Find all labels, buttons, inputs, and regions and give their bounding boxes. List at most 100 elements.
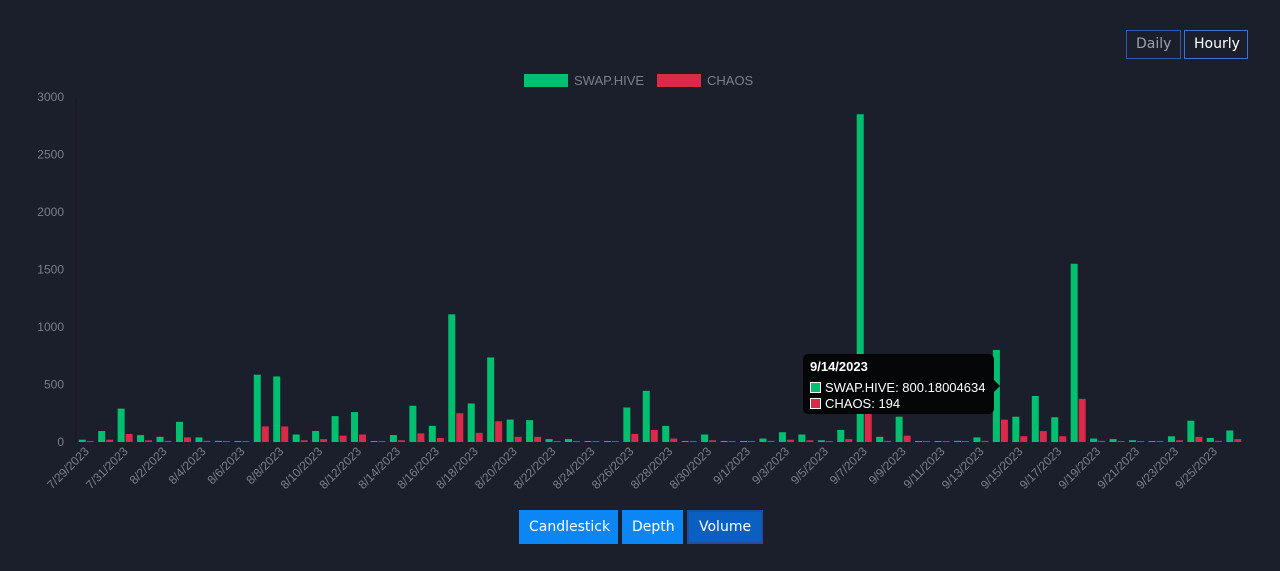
bar-swap-hive — [1226, 430, 1234, 442]
bar-chaos — [786, 439, 794, 442]
bar-chaos — [1078, 398, 1086, 442]
bar-swap-hive — [1129, 440, 1137, 442]
bar-swap-hive — [1012, 416, 1020, 442]
tab-volume[interactable]: Volume — [687, 510, 763, 544]
bar-swap-hive — [117, 408, 125, 442]
y-tick-label: 2000 — [37, 205, 64, 219]
tab-depth[interactable]: Depth — [622, 510, 683, 544]
bar-swap-hive — [467, 403, 475, 442]
x-tick-label: 9/5/2023 — [788, 444, 831, 487]
bar-swap-hive — [312, 431, 320, 442]
x-tick-label: 9/1/2023 — [710, 444, 753, 487]
bar-swap-hive — [798, 434, 806, 442]
bar-swap-hive — [409, 405, 417, 442]
tooltip-chaos-text: CHAOS: 194 — [825, 395, 901, 411]
bar-chaos — [475, 432, 483, 442]
x-tick-label: 7/31/2023 — [83, 444, 131, 492]
bar-swap-hive — [701, 434, 709, 442]
bar-swap-hive — [934, 441, 942, 442]
bar-chaos — [981, 440, 989, 442]
bar-chaos — [592, 441, 600, 442]
bar-swap-hive — [137, 435, 145, 442]
bar-swap-hive — [214, 440, 222, 442]
tooltip-row-swap: SWAP.HIVE: 800.18004634 — [810, 379, 987, 395]
bar-chaos — [845, 439, 853, 442]
tooltip-swap-text: SWAP.HIVE: 800.18004634 — [825, 379, 986, 395]
bar-chaos — [1214, 440, 1222, 442]
bar-chaos — [261, 426, 269, 442]
bar-swap-hive — [915, 441, 923, 442]
bar-swap-hive — [370, 441, 378, 442]
bar-swap-hive — [78, 439, 86, 442]
y-tick-label: 3000 — [37, 90, 64, 104]
legend-chaos-label: CHAOS — [707, 73, 754, 88]
bar-chaos — [670, 438, 678, 442]
x-tick-label: 8/2/2023 — [127, 444, 170, 487]
bar-swap-hive — [526, 420, 534, 442]
bar-swap-hive — [1206, 437, 1214, 442]
x-tick-label: 8/30/2023 — [667, 444, 715, 492]
bar-swap-hive — [759, 438, 767, 442]
bar-chaos — [495, 421, 503, 442]
bar-swap-hive — [623, 407, 631, 442]
bar-swap-hive — [545, 439, 553, 442]
bar-swap-hive — [273, 376, 281, 442]
bar-swap-hive — [1109, 439, 1117, 442]
bar-swap-hive — [1031, 396, 1039, 442]
bar-chaos — [806, 440, 814, 442]
tooltip-chaos-swatch — [810, 397, 821, 409]
bar-chaos — [1175, 440, 1183, 442]
bar-swap-hive — [1070, 263, 1078, 442]
y-tick-label: 0 — [57, 435, 64, 449]
tooltip-swap-swatch — [810, 381, 821, 393]
x-tick-label: 9/7/2023 — [827, 444, 870, 487]
bar-chaos — [572, 441, 580, 442]
bar-swap-hive — [1148, 441, 1156, 442]
bar-swap-hive — [506, 419, 514, 442]
bar-chaos — [514, 436, 522, 442]
legend-swap-hive-swatch — [524, 74, 568, 87]
bar-swap-hive — [603, 441, 611, 442]
bar-swap-hive — [876, 436, 884, 442]
bar-chaos — [728, 441, 736, 442]
bar-swap-hive — [448, 314, 456, 442]
bar-chaos — [553, 441, 561, 442]
bar-chaos — [456, 413, 464, 442]
bar-swap-hive — [1167, 436, 1175, 442]
bar-chaos — [534, 436, 542, 442]
bar-chaos — [1039, 431, 1047, 442]
x-tick-label: 9/25/2023 — [1172, 444, 1220, 492]
bar-chaos — [923, 441, 931, 442]
bar-swap-hive — [175, 421, 183, 442]
bar-chaos — [884, 440, 892, 442]
bar-chaos — [631, 433, 639, 442]
bar-chaos — [436, 437, 444, 442]
bar-chaos — [961, 441, 969, 442]
bar-swap-hive — [662, 425, 670, 442]
bar-chaos — [1195, 436, 1203, 442]
bar-swap-hive — [195, 437, 203, 442]
bar-chaos — [281, 426, 289, 442]
bar-swap-hive — [389, 435, 397, 442]
bar-swap-hive — [487, 357, 495, 442]
bar-swap-hive — [584, 441, 592, 442]
bar-chaos — [1156, 441, 1164, 442]
bar-swap-hive — [253, 374, 261, 442]
bar-chaos — [359, 434, 367, 442]
y-tick-label: 1000 — [37, 320, 64, 334]
bar-chaos — [145, 440, 153, 442]
y-tick-label: 1500 — [37, 263, 64, 277]
bar-chaos — [1059, 436, 1067, 442]
bar-chaos — [300, 440, 308, 442]
bar-swap-hive — [234, 441, 242, 442]
legend-chaos-swatch — [657, 74, 701, 87]
bar-swap-hive — [720, 441, 728, 442]
bar-chaos — [164, 440, 172, 442]
bar-chaos — [903, 435, 911, 442]
bar-swap-hive — [681, 441, 689, 442]
tab-candlestick[interactable]: Candlestick — [519, 510, 618, 544]
y-tick-label: 2500 — [37, 148, 64, 162]
bar-chaos — [203, 440, 211, 442]
bar-chaos — [339, 435, 347, 442]
x-tick-label: 9/3/2023 — [749, 444, 792, 487]
